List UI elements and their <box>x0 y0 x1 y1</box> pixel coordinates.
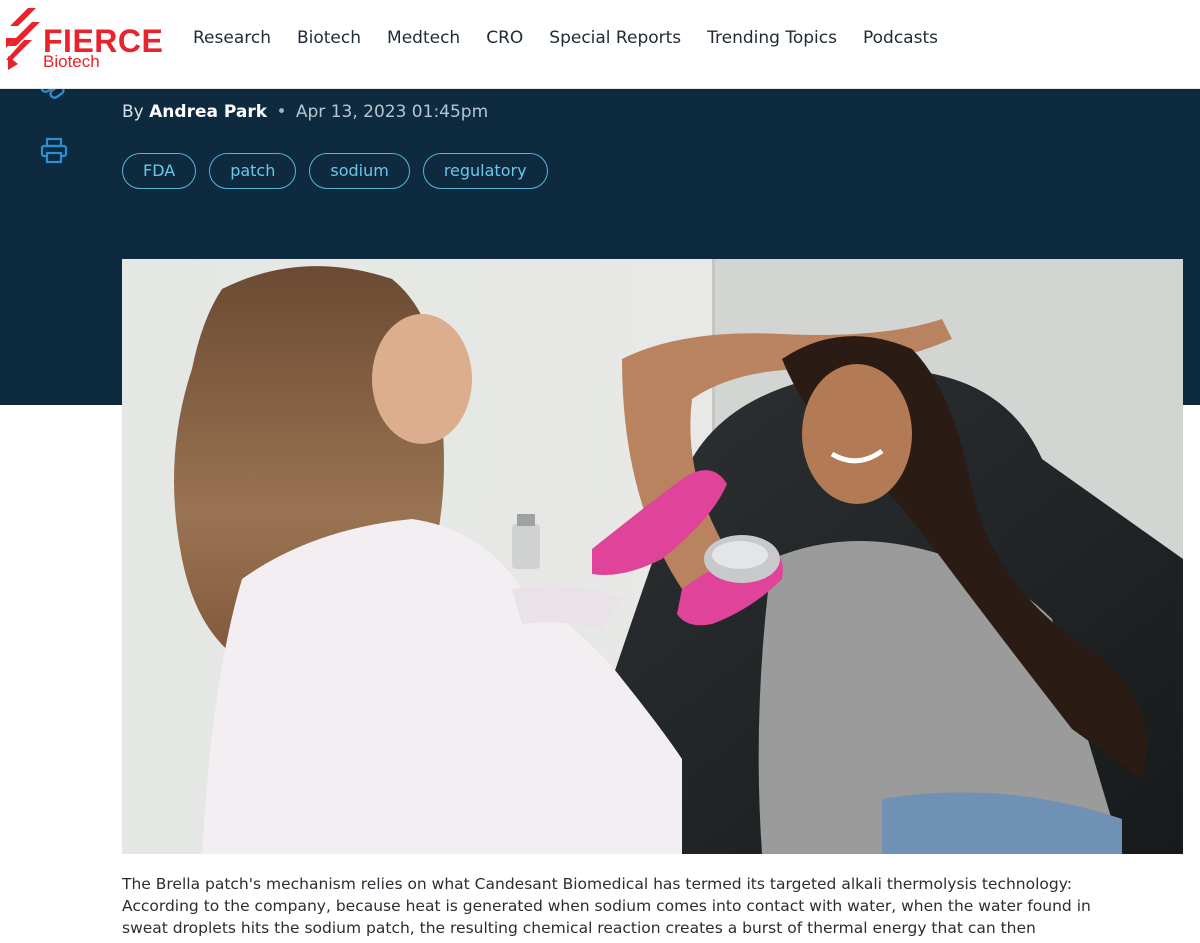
byline-separator: • <box>276 102 287 122</box>
fierce-biotech-logo[interactable]: FIERCE Biotech <box>6 8 166 72</box>
brand-section: Biotech <box>43 52 100 71</box>
publish-date: Apr 13, 2023 01:45pm <box>295 102 489 122</box>
nav-item-podcasts[interactable]: Podcasts <box>863 26 938 50</box>
nav-item-cro[interactable]: CRO <box>486 26 523 50</box>
nav-item-medtech[interactable]: Medtech <box>387 26 460 50</box>
nav-item-special-reports[interactable]: Special Reports <box>549 26 681 50</box>
tag-sodium[interactable]: sodium <box>309 153 410 189</box>
author-link[interactable]: Andrea Park <box>149 102 267 122</box>
article-byline: By Andrea Park • Apr 13, 2023 01:45pm <box>122 102 488 122</box>
printer-icon[interactable] <box>40 137 68 165</box>
tag-list: FDA patch sodium regulatory <box>122 153 561 189</box>
nav-item-biotech[interactable]: Biotech <box>297 26 361 50</box>
article-paragraph: The Brella patch's mechanism relies on w… <box>122 875 1091 937</box>
site-header: FIERCE Biotech Research Biotech Medtech … <box>0 0 1200 89</box>
tag-regulatory[interactable]: regulatory <box>422 153 548 189</box>
tag-patch[interactable]: patch <box>209 153 297 189</box>
tag-fda[interactable]: FDA <box>122 153 197 189</box>
fierce-flame-icon <box>6 8 40 70</box>
article-photo <box>122 259 1183 854</box>
nav-item-research[interactable]: Research <box>193 26 271 50</box>
nav-item-trending-topics[interactable]: Trending Topics <box>707 26 837 50</box>
main-nav: Research Biotech Medtech CRO Special Rep… <box>193 26 964 50</box>
photo-illustration <box>122 259 1183 854</box>
byline-prefix: By <box>122 102 144 122</box>
